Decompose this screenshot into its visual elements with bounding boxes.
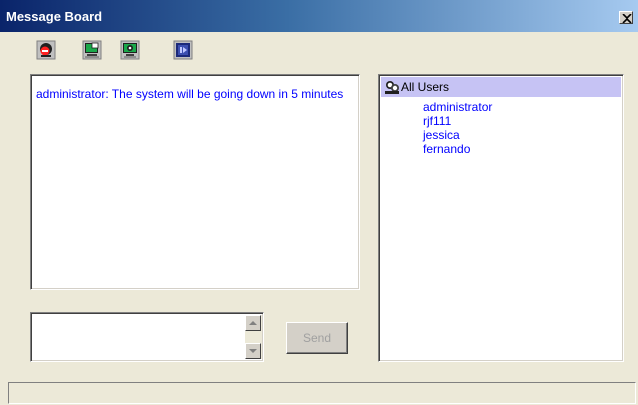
title-bar[interactable]: Message Board: [0, 0, 638, 32]
close-icon: [622, 14, 632, 23]
window-title: Message Board: [6, 9, 103, 24]
scroll-up-button[interactable]: [245, 315, 261, 331]
message-text: administrator: The system will be going …: [36, 87, 344, 101]
chat-window-button[interactable]: [173, 40, 193, 60]
user-list: administrator rjf111 jessica fernando: [423, 100, 492, 156]
send-button[interactable]: Send: [286, 322, 348, 354]
do-not-disturb-icon: [36, 40, 56, 60]
user-list-panel[interactable]: All Users administrator rjf111 jessica f…: [378, 74, 624, 362]
chat-window-icon: [173, 40, 193, 60]
scroll-down-button[interactable]: [245, 343, 261, 359]
all-users-label: All Users: [401, 80, 450, 94]
message-board-window: Message Board administrator: The system …: [0, 0, 638, 405]
list-item[interactable]: fernando: [423, 142, 492, 156]
monitor-send-button[interactable]: [82, 40, 102, 60]
do-not-disturb-button[interactable]: [36, 40, 56, 60]
status-bar: [8, 382, 636, 404]
users-group-icon: [385, 81, 399, 94]
close-button[interactable]: [619, 11, 633, 24]
monitor-view-icon: [120, 40, 140, 60]
list-item[interactable]: administrator: [423, 100, 492, 114]
list-item[interactable]: jessica: [423, 128, 492, 142]
all-users-header[interactable]: All Users: [381, 77, 621, 97]
message-display[interactable]: administrator: The system will be going …: [30, 74, 360, 290]
scroll-up-icon: [249, 321, 257, 325]
input-scrollbar[interactable]: [245, 315, 262, 359]
list-item[interactable]: rjf111: [423, 114, 492, 128]
monitor-view-button[interactable]: [120, 40, 140, 60]
message-input[interactable]: [30, 312, 264, 362]
scroll-down-icon: [249, 349, 257, 353]
monitor-send-icon: [82, 40, 102, 60]
